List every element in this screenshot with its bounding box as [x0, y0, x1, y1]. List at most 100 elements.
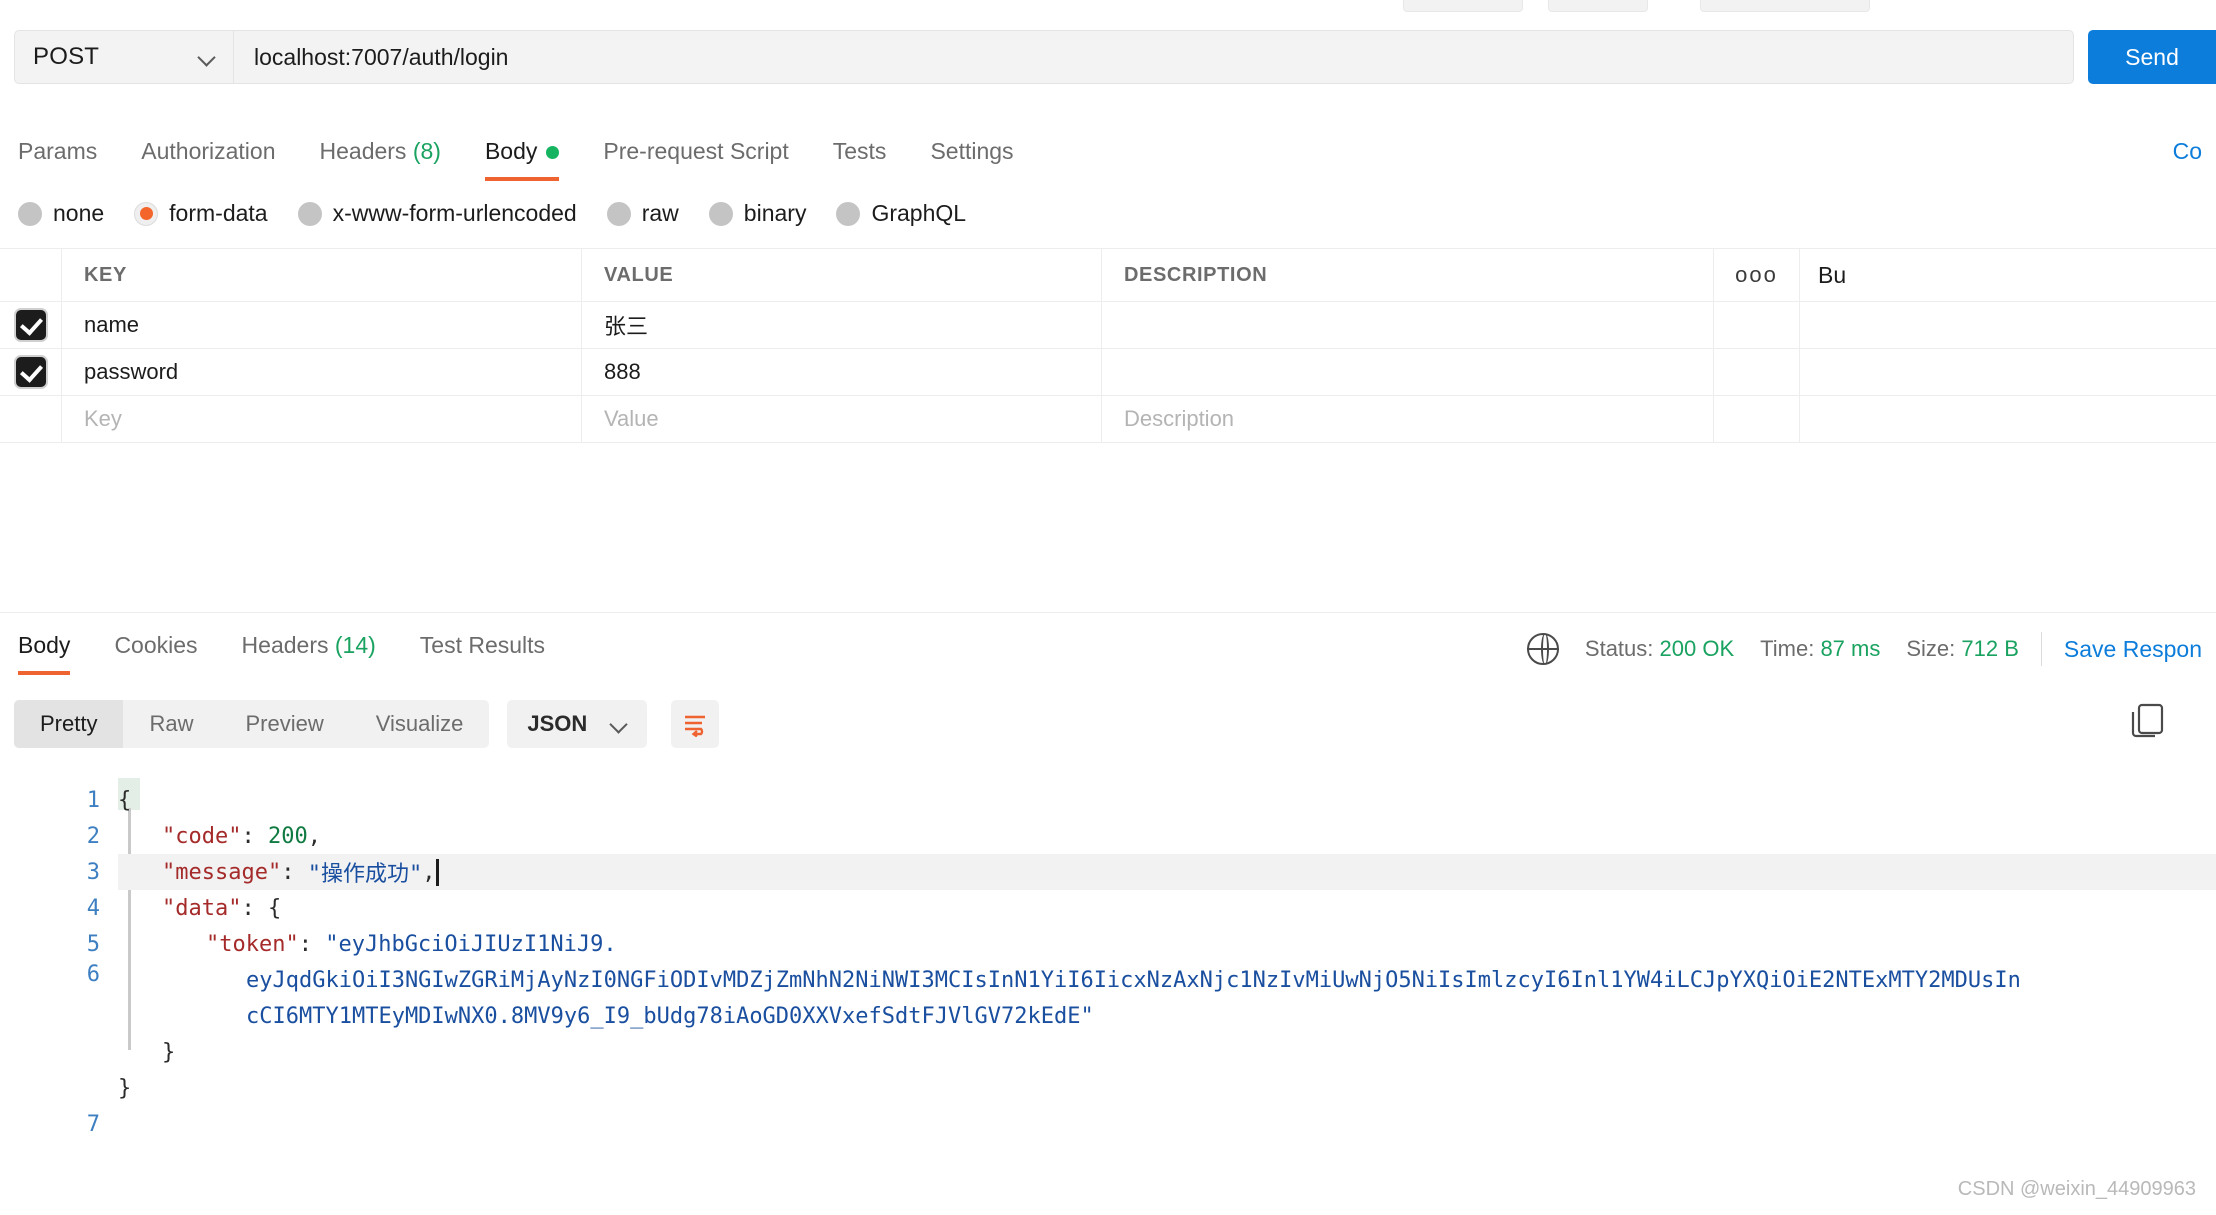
chevron-down-icon: [611, 716, 627, 732]
bulk-edit-button[interactable]: Bu: [1818, 262, 1846, 289]
view-mode-pretty[interactable]: Pretty: [14, 700, 124, 748]
url-input[interactable]: localhost:7007/auth/login: [234, 30, 2074, 84]
code-lines: { "code": 200, "message": "操作成功", "data"…: [118, 782, 2216, 1106]
wrap-lines-button[interactable]: [671, 700, 720, 748]
response-headers-count: (14): [334, 632, 376, 658]
radio-binary[interactable]: binary: [708, 200, 806, 227]
line-number: 5: [86, 931, 100, 957]
status-value: 200 OK: [1659, 636, 1735, 661]
text-cursor: [436, 858, 440, 886]
table-row: password 888: [0, 349, 2216, 396]
line-number: 1: [86, 787, 100, 813]
line-number: 4: [86, 895, 100, 921]
code-line-1: {: [118, 787, 132, 813]
table-empty-row: Key Value Description: [0, 396, 2216, 443]
response-tab-headers[interactable]: Headers (14): [220, 632, 398, 675]
line-number: 2: [86, 823, 100, 849]
tab-pre-request-script[interactable]: Pre-request Script: [581, 138, 810, 181]
row-options-cell: [1714, 349, 1800, 395]
radio-circle-selected-icon: [134, 201, 159, 226]
code-line-2: "code": 200,: [162, 823, 321, 849]
status-metric: Status: 200 OK: [1584, 636, 1735, 661]
table-options-icon[interactable]: ooo: [1735, 264, 1778, 286]
form-data-table: KEY VALUE DESCRIPTION ooo Bu name 张三 pas…: [0, 248, 2216, 443]
code-line-5-wrap-2: cCI6MTY1MTEyMDIwNX0.8MV9y6_I9_bUdg78iAoG…: [246, 1003, 1094, 1029]
tab-authorization[interactable]: Authorization: [119, 138, 297, 181]
top-chip-2: [1548, 0, 1648, 12]
line-number: 3: [86, 859, 100, 885]
empty-description-input[interactable]: Description: [1124, 406, 1234, 432]
empty-trailing-cell: [1800, 396, 2216, 442]
response-format-toolbar: Pretty Raw Preview Visualize JSON: [14, 700, 720, 748]
empty-key-input[interactable]: Key: [84, 406, 122, 432]
line-number-gutter: 1 2 3 4 5 6 7: [0, 782, 118, 1142]
tab-params[interactable]: Params: [18, 138, 119, 181]
view-mode-preview[interactable]: Preview: [219, 700, 349, 748]
request-url-bar: POST localhost:7007/auth/login: [14, 30, 2074, 84]
save-response-button[interactable]: Save Respon: [2064, 636, 2202, 663]
empty-checkbox-cell: [0, 396, 62, 442]
column-header-description: DESCRIPTION: [1124, 263, 1268, 286]
response-tab-body[interactable]: Body: [18, 632, 92, 675]
format-select[interactable]: JSON: [507, 700, 648, 748]
size-metric: Size: 712 B: [1906, 636, 2019, 661]
tab-headers[interactable]: Headers (8): [298, 138, 463, 181]
cookies-link[interactable]: Co: [2173, 138, 2202, 165]
code-line-3: "message": "操作成功",: [118, 854, 2216, 890]
body-indicator-dot: [546, 146, 560, 160]
row-value[interactable]: 888: [604, 359, 641, 385]
row-key[interactable]: password: [84, 359, 178, 385]
view-mode-segmented-control: Pretty Raw Preview Visualize: [14, 700, 490, 748]
divider: [2040, 632, 2042, 666]
globe-icon: [1526, 633, 1559, 665]
empty-options-cell: [1714, 396, 1800, 442]
tab-settings[interactable]: Settings: [908, 138, 1035, 181]
code-line-6: }: [162, 1039, 176, 1065]
response-tab-cookies[interactable]: Cookies: [92, 632, 219, 675]
watermark: CSDN @weixin_44909963: [1957, 1178, 2196, 1200]
row-options-cell: [1714, 302, 1800, 348]
column-header-key: KEY: [84, 263, 127, 286]
row-checkbox[interactable]: [15, 357, 46, 387]
radio-circle-icon: [18, 201, 42, 226]
view-mode-raw[interactable]: Raw: [123, 700, 219, 748]
row-trailing-cell: [1800, 349, 2216, 395]
body-type-radio-group: none form-data x-www-form-urlencoded raw…: [18, 200, 996, 227]
radio-circle-icon: [836, 201, 861, 226]
tab-body[interactable]: Body: [463, 138, 581, 181]
headers-count: (8): [412, 138, 441, 164]
row-trailing-cell: [1800, 302, 2216, 348]
radio-circle-icon: [297, 201, 322, 226]
row-value[interactable]: 张三: [604, 309, 648, 341]
row-checkbox[interactable]: [15, 310, 46, 340]
code-line-7: }: [118, 1075, 132, 1101]
row-key[interactable]: name: [84, 312, 139, 338]
top-strip: [0, 0, 2216, 18]
radio-raw[interactable]: raw: [606, 200, 679, 227]
http-method-label: POST: [33, 43, 100, 70]
header-checkbox-cell: [0, 249, 62, 301]
time-value: 87 ms: [1820, 636, 1881, 661]
copy-button[interactable]: [2130, 702, 2170, 746]
response-status-bar: Status: 200 OK Time: 87 ms Size: 712 B S…: [1526, 632, 2202, 666]
tab-tests[interactable]: Tests: [811, 138, 909, 181]
top-chip-3: [1700, 0, 1870, 12]
response-divider: [0, 612, 2216, 613]
radio-x-www-form-urlencoded[interactable]: x-www-form-urlencoded: [297, 200, 577, 227]
code-line-5: "token": "eyJhbGciOiJIUzI1NiJ9.: [206, 931, 617, 957]
radio-form-data[interactable]: form-data: [134, 200, 268, 227]
http-method-select[interactable]: POST: [14, 30, 234, 84]
radio-graphql[interactable]: GraphQL: [836, 200, 966, 227]
table-row: name 张三: [0, 302, 2216, 349]
radio-none[interactable]: none: [18, 200, 104, 227]
response-tabs: Body Cookies Headers (14) Test Results: [18, 632, 567, 675]
radio-circle-icon: [606, 201, 631, 226]
response-tab-test-results[interactable]: Test Results: [398, 632, 567, 675]
top-chip-1: [1403, 0, 1523, 12]
send-button[interactable]: Send: [2088, 30, 2216, 84]
line-number: 7: [86, 1111, 100, 1137]
empty-value-input[interactable]: Value: [604, 406, 659, 432]
view-mode-visualize[interactable]: Visualize: [350, 700, 490, 748]
format-label: JSON: [527, 711, 588, 736]
code-line-5-wrap-1: eyJqdGkiOiI3NGIwZGRiMjAyNzI0NGFiODIvMDZj…: [246, 967, 2021, 993]
